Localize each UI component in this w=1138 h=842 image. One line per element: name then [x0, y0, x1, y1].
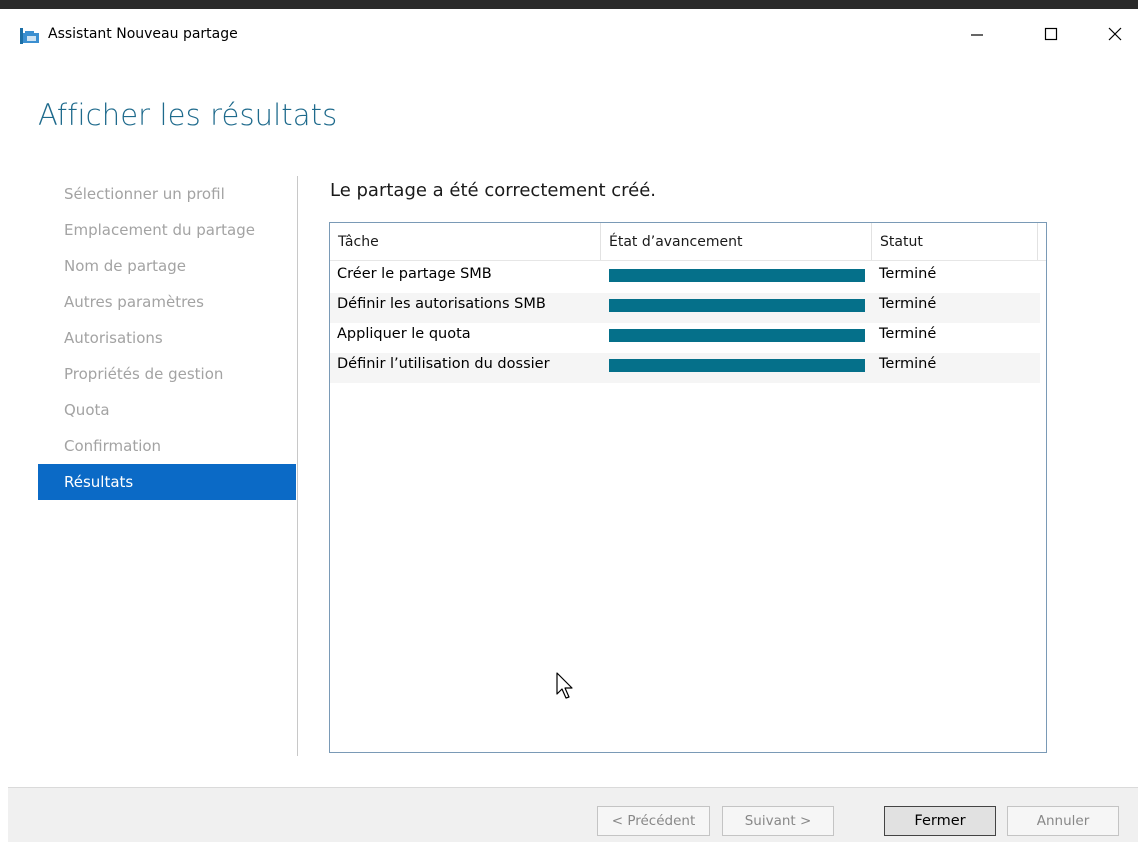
- window-title: Assistant Nouveau partage: [48, 26, 238, 42]
- progress-bar: [609, 329, 865, 342]
- column-header-status[interactable]: Statut: [872, 223, 1038, 260]
- nav-item-results[interactable]: Résultats: [38, 464, 296, 500]
- next-button[interactable]: Suivant >: [722, 806, 834, 836]
- nav-item-management-properties[interactable]: Propriétés de gestion: [38, 356, 296, 392]
- status-cell: Terminé: [879, 326, 937, 342]
- close-button[interactable]: Fermer: [884, 806, 996, 836]
- nav-item-permissions[interactable]: Autorisations: [38, 320, 296, 356]
- window-edge: [0, 0, 1138, 9]
- task-cell: Appliquer le quota: [337, 326, 471, 342]
- progress-bar: [609, 299, 865, 312]
- results-table: Tâche État d’avancement Statut Créer le …: [329, 222, 1047, 753]
- mouse-pointer-icon: [556, 672, 573, 699]
- close-window-button[interactable]: [1092, 9, 1138, 59]
- nav-divider: [297, 176, 298, 756]
- wizard-steps-nav: Sélectionner un profil Emplacement du pa…: [38, 176, 296, 500]
- progress-fill: [609, 299, 865, 312]
- nav-item-profile[interactable]: Sélectionner un profil: [38, 176, 296, 212]
- table-row[interactable]: Appliquer le quota Terminé: [330, 323, 1040, 353]
- close-icon: [1108, 27, 1122, 41]
- nav-item-quota[interactable]: Quota: [38, 392, 296, 428]
- table-body: Créer le partage SMB Terminé Définir les…: [330, 263, 1046, 383]
- table-header: Tâche État d’avancement Statut: [330, 223, 1046, 261]
- previous-button[interactable]: < Précédent: [597, 806, 710, 836]
- progress-fill: [609, 359, 865, 372]
- nav-item-location[interactable]: Emplacement du partage: [38, 212, 296, 248]
- progress-bar: [609, 269, 865, 282]
- table-row[interactable]: Définir les autorisations SMB Terminé: [330, 293, 1040, 323]
- task-cell: Créer le partage SMB: [337, 266, 492, 282]
- progress-fill: [609, 329, 865, 342]
- table-row[interactable]: Définir l’utilisation du dossier Terminé: [330, 353, 1040, 383]
- nav-item-other-settings[interactable]: Autres paramètres: [38, 284, 296, 320]
- status-cell: Terminé: [879, 356, 937, 372]
- minimize-icon: [971, 34, 983, 36]
- column-header-progress[interactable]: État d’avancement: [601, 223, 872, 260]
- wizard-footer: < Précédent Suivant > Fermer Annuler: [8, 787, 1138, 842]
- title-bar: Assistant Nouveau partage: [8, 9, 1138, 59]
- progress-bar: [609, 359, 865, 372]
- nav-item-confirmation[interactable]: Confirmation: [38, 428, 296, 464]
- cancel-button[interactable]: Annuler: [1007, 806, 1119, 836]
- task-cell: Définir les autorisations SMB: [337, 296, 546, 312]
- maximize-icon: [1044, 27, 1058, 41]
- progress-fill: [609, 269, 865, 282]
- status-cell: Terminé: [879, 266, 937, 282]
- nav-item-share-name[interactable]: Nom de partage: [38, 248, 296, 284]
- minimize-button[interactable]: [954, 9, 1000, 59]
- status-cell: Terminé: [879, 296, 937, 312]
- shared-folder-icon: [20, 28, 39, 44]
- result-message: Le partage a été correctement créé.: [330, 180, 657, 201]
- task-cell: Définir l’utilisation du dossier: [337, 356, 550, 372]
- maximize-button[interactable]: [1028, 9, 1074, 59]
- column-header-task[interactable]: Tâche: [330, 223, 601, 260]
- page-title: Afficher les résultats: [38, 98, 338, 132]
- table-row[interactable]: Créer le partage SMB Terminé: [330, 263, 1040, 293]
